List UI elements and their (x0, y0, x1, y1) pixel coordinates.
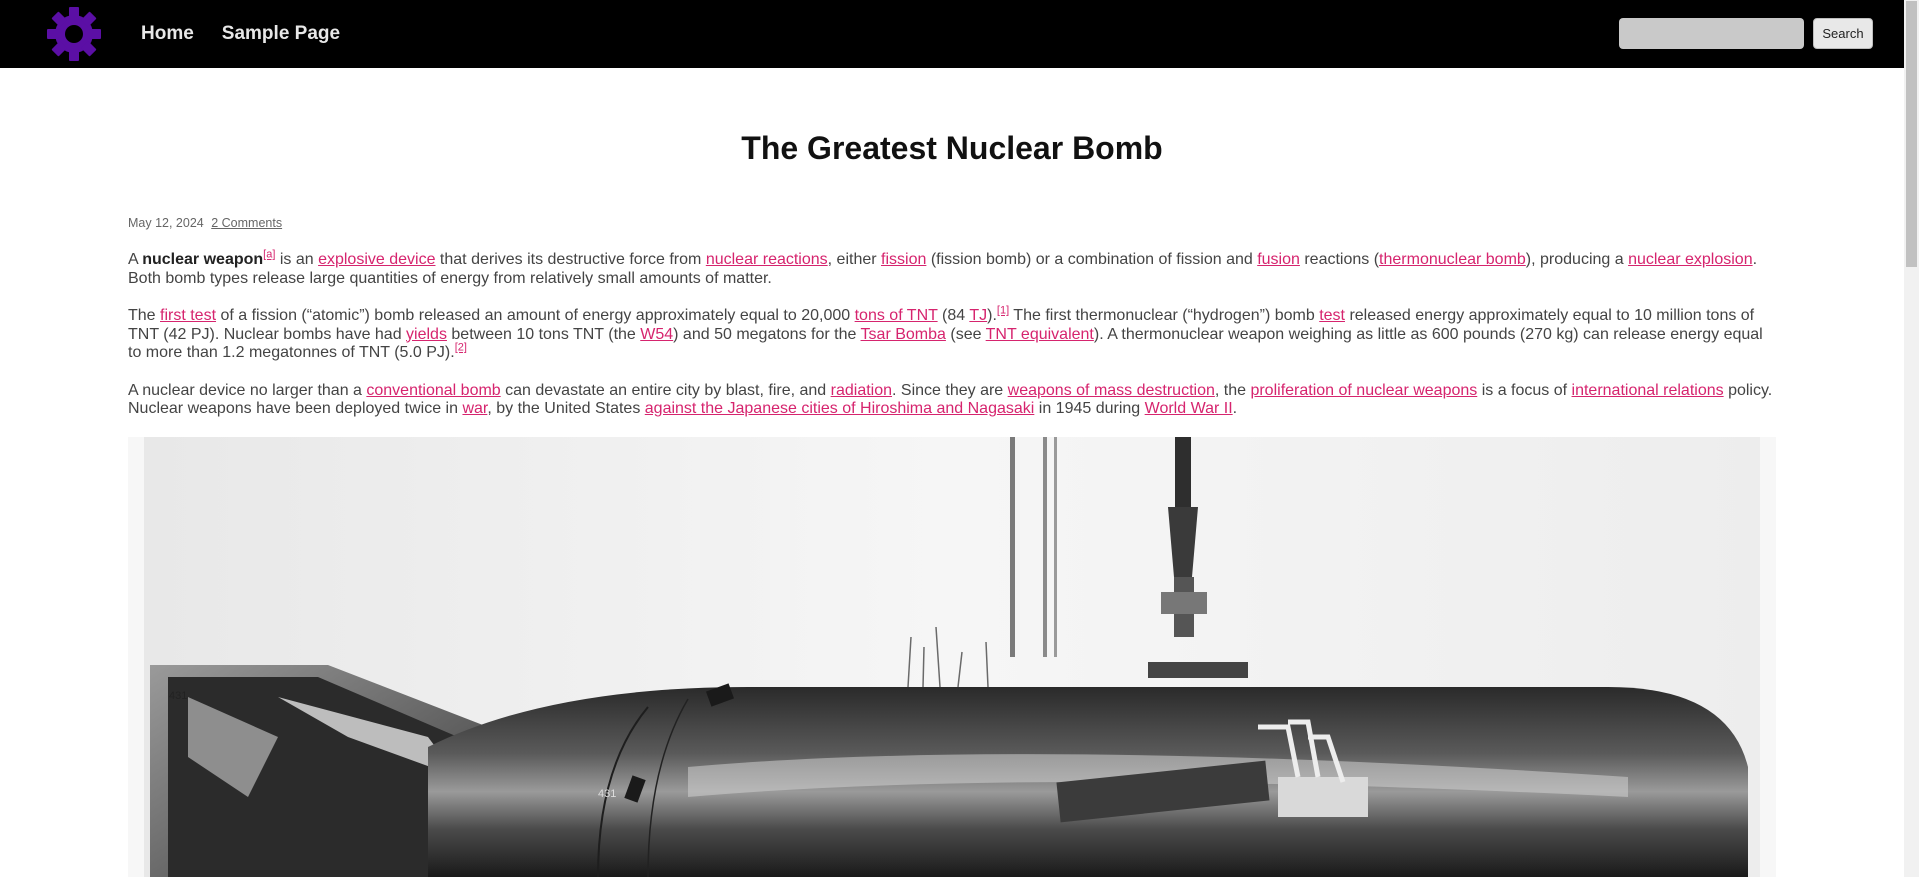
text: ), producing a (1525, 251, 1629, 268)
link-tons-of-tnt[interactable]: tons of TNT (855, 307, 938, 324)
link-explosive-device[interactable]: explosive device (318, 251, 435, 268)
text: is an (275, 251, 319, 268)
link-nuclear-explosion[interactable]: nuclear explosion (1628, 251, 1753, 268)
link-tj[interactable]: TJ (969, 307, 987, 324)
page-scrollbar[interactable] (1904, 0, 1919, 877)
link-tnt-equivalent[interactable]: TNT equivalent (986, 326, 1094, 343)
text: , either (827, 251, 882, 268)
nav-item-sample-page[interactable]: Sample Page (222, 23, 340, 45)
nav-item-home[interactable]: Home (141, 23, 194, 45)
link-war[interactable]: war (462, 400, 487, 417)
text: . Since they are (892, 381, 1008, 399)
bold-term: nuclear weapon (142, 251, 264, 268)
link-thermonuclear-bomb[interactable]: thermonuclear bomb (1379, 251, 1526, 268)
text: A nuclear device no larger than a (128, 381, 367, 399)
footnote-link-1[interactable]: [1] (997, 305, 1009, 317)
svg-text:431: 431 (169, 690, 187, 702)
link-fission[interactable]: fission (881, 251, 926, 268)
text: (see (945, 325, 986, 343)
paragraph-1: A nuclear weapon[a] is an explosive devi… (128, 249, 1776, 288)
post-title: The Greatest Nuclear Bomb (741, 130, 1163, 166)
link-radiation[interactable]: radiation (831, 382, 892, 399)
search-button[interactable]: Search (1813, 18, 1873, 49)
text: reactions ( (1299, 251, 1380, 268)
gear-icon[interactable] (46, 6, 102, 62)
footnote-ref[interactable]: [1] (997, 305, 1009, 317)
text: between 10 tons TNT (the (446, 325, 641, 343)
text: that derives its destructive force from (435, 251, 706, 268)
scrollbar-thumb[interactable] (1906, 1, 1917, 267)
bomb-photo: 431 431 (144, 437, 1760, 877)
link-international-relations[interactable]: international relations (1572, 382, 1724, 399)
text: A (128, 251, 143, 268)
text: (fission bomb) or a combination of fissi… (926, 251, 1258, 268)
link-world-war-ii[interactable]: World War II (1145, 400, 1233, 417)
featured-image: 431 431 (128, 437, 1776, 877)
post-date: May 12, 2024 (128, 216, 204, 230)
post-content: A nuclear weapon[a] is an explosive devi… (128, 249, 1776, 438)
link-nuclear-reactions[interactable]: nuclear reactions (706, 251, 828, 268)
link-fusion[interactable]: fusion (1257, 251, 1300, 268)
link-w54[interactable]: W54 (640, 326, 673, 343)
text: can devastate an entire city by blast, f… (500, 381, 831, 399)
footnote-ref[interactable]: [a] (263, 249, 275, 261)
link-wmd[interactable]: weapons of mass destruction (1008, 382, 1215, 399)
text: (84 (937, 307, 970, 324)
link-first-test[interactable]: first test (160, 307, 216, 324)
link-test[interactable]: test (1319, 307, 1345, 324)
footnote-ref[interactable]: [2] (455, 342, 467, 354)
svg-text:431: 431 (598, 788, 616, 800)
text: . (1232, 400, 1238, 417)
main-nav: Home Sample Page (141, 0, 368, 68)
link-hiroshima-nagasaki[interactable]: against the Japanese cities of Hiroshima… (645, 400, 1035, 417)
text: The first thermonuclear (“hydrogen”) bom… (1009, 307, 1320, 324)
text: of a fission (“atomic”) bomb released an… (216, 307, 855, 324)
footnote-link-2[interactable]: [2] (455, 342, 467, 354)
search-input[interactable] (1619, 18, 1804, 49)
comments-link[interactable]: 2 Comments (211, 216, 282, 230)
top-nav-bar: Home Sample Page Search (0, 0, 1904, 68)
text: , by the United States (487, 400, 645, 417)
text: in 1945 during (1034, 400, 1145, 417)
footnote-link-a[interactable]: [a] (263, 249, 275, 261)
link-conventional-bomb[interactable]: conventional bomb (366, 382, 500, 399)
text: ). (987, 307, 997, 324)
link-yields[interactable]: yields (406, 326, 447, 343)
paragraph-2: The first test of a fission (“atomic”) b… (128, 305, 1776, 363)
link-proliferation[interactable]: proliferation of nuclear weapons (1250, 382, 1477, 399)
text: , the (1214, 381, 1251, 399)
text: The (128, 307, 161, 324)
text: is a focus of (1477, 381, 1572, 399)
paragraph-3: A nuclear device no larger than a conven… (128, 382, 1776, 419)
text: ) and 50 megatons for the (673, 325, 861, 343)
post-meta: May 12, 2024 2 Comments (128, 216, 282, 230)
link-tsar-bomba[interactable]: Tsar Bomba (861, 326, 946, 343)
